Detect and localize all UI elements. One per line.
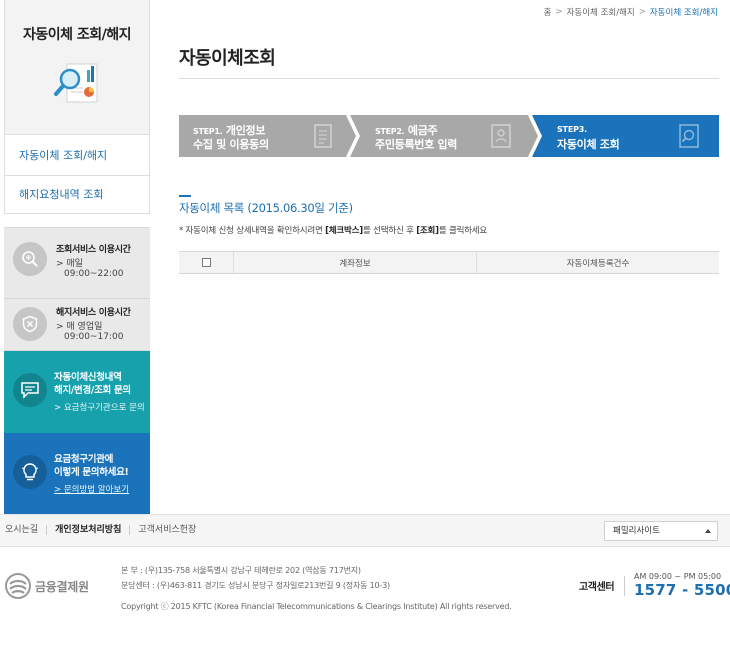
id-card-icon [491, 124, 511, 148]
service-hours-box: 조회서비스 이용시간 > 매일 09:00~22:00 해지서비스 이용시간 >… [4, 227, 150, 351]
customer-center-phone[interactable]: 1577 - 5500 [634, 581, 730, 599]
chat-bubble-icon [13, 373, 47, 407]
cancel-hours-time: 09:00~17:00 [64, 332, 124, 342]
section-title: 자동이체 목록 (2015.06.30일 기준) [179, 201, 353, 215]
sidebar-header: 자동이체 조회/해지 [4, 0, 150, 135]
section-accent [179, 195, 191, 197]
breadcrumb-separator: > [555, 7, 563, 17]
howto-promo-line1: 요금청구기관에 [54, 454, 114, 465]
lightbulb-icon [13, 455, 47, 489]
inquiry-promo[interactable]: 자동이체신청내역 해지/변경/조회 문의 > 요금청구기관으로 문의 [4, 351, 150, 433]
shield-icon [13, 307, 47, 341]
sidebar-menu: 자동이체 조회/해지 해지요청내역 조회 [4, 135, 150, 214]
customer-center-hours: AM 09:00 ~ PM 05:00 [634, 572, 722, 581]
caret-up-icon [705, 529, 711, 533]
footer-links-bar: 오시는길 개인정보처리방침 고객서비스헌장 패밀리사이트 [0, 514, 730, 547]
sidebar-item-cancel-history[interactable]: 해지요청내역 조회 [5, 176, 149, 214]
sidebar-item-auto-transfer[interactable]: 자동이체 조회/해지 [5, 135, 149, 176]
kftc-logo-icon [5, 573, 31, 599]
step-3-label: STEP3. [557, 125, 587, 134]
step-1: STEP1. 개인정보 수집 및 이용동의 [179, 115, 349, 157]
breadcrumb-current: 자동이체 조회/해지 [649, 8, 718, 18]
page: 자동이체 조회/해지 자동이체 조회/해지 해지요청내역 조회 조회서비스 이용… [0, 0, 730, 648]
column-registration-count: 자동이체등록건수 [476, 252, 719, 273]
cancel-hours-title: 해지서비스 이용시간 [56, 308, 131, 318]
breadcrumb-home[interactable]: 홈 [544, 6, 552, 18]
select-all-cell [179, 252, 233, 273]
sidebar-title: 자동이체 조회/해지 [22, 27, 132, 43]
search-icon [13, 242, 47, 276]
step-2-line2: 주민등록번호 입력 [375, 138, 458, 151]
column-account: 계좌정보 [233, 252, 476, 273]
address-headquarters: 본 부 : (우)135-758 서울특별시 강남구 테헤란로 202 (역삼동… [121, 566, 361, 575]
family-site-select[interactable]: 패밀리사이트 [604, 521, 718, 541]
select-all-checkbox[interactable] [201, 258, 211, 267]
customer-center-divider [624, 576, 625, 596]
breadcrumb-separator: > [638, 7, 646, 17]
footer-logo: 금융결제원 [5, 573, 89, 599]
inquiry-hours-time: 09:00~22:00 [64, 269, 124, 279]
howto-promo-link[interactable]: > 문의방법 알아보기 [54, 483, 129, 495]
sidebar: 자동이체 조회/해지 자동이체 조회/해지 해지요청내역 조회 조회서비스 이용… [4, 0, 150, 515]
inquiry-promo-line2: 해지/변경/조회 문의 [54, 385, 131, 396]
step-3-line2: 자동이체 조회 [557, 138, 620, 151]
customer-center-label: 고객센터 [579, 582, 615, 593]
footer-link-charter[interactable]: 고객서비스헌장 [129, 525, 204, 535]
inquiry-promo-line1: 자동이체신청내역 [54, 372, 122, 383]
inquiry-hours: 조회서비스 이용시간 > 매일 09:00~22:00 [4, 236, 150, 294]
footer-link-directions[interactable]: 오시는길 [5, 525, 46, 535]
howto-promo[interactable]: 요금청구기관에 이렇게 문의하세요! > 문의방법 알아보기 [4, 433, 150, 515]
breadcrumb: 홈 > 자동이체 조회/해지 > 자동이체 조회/해지 [544, 6, 718, 18]
document-icon [314, 124, 332, 148]
step-indicator: STEP1. 개인정보 수집 및 이용동의 STEP2. 예금주 주민등록번호 … [179, 115, 719, 157]
document-search-icon [54, 63, 98, 103]
inquiry-promo-link[interactable]: > 요금청구기관으로 문의 [54, 401, 145, 413]
cancel-hours-days: > 매 영업일 [56, 322, 103, 332]
inquiry-hours-title: 조회서비스 이용시간 [56, 245, 131, 255]
family-site-label: 패밀리사이트 [613, 526, 660, 536]
footer-logo-text: 금융결제원 [35, 579, 89, 594]
notice-text: * 자동이체 신청 상세내역을 확인하시려면 [체크박스]를 선택하신 후 [조… [179, 226, 488, 236]
step-1-line2: 수집 및 이용동의 [193, 138, 269, 151]
breadcrumb-item[interactable]: 자동이체 조회/해지 [567, 6, 635, 18]
address-bundang: 분당센터 : (우)463-811 경기도 성남시 분당구 정자일로213번길 … [121, 581, 390, 590]
step-2: STEP2. 예금주 주민등록번호 입력 [361, 115, 531, 157]
auto-transfer-table-header: 계좌정보 자동이체등록건수 [179, 251, 719, 274]
step-3: STEP3. 자동이체 조회 [543, 115, 719, 157]
copyright: Copyright ⓒ 2015 KFTC (Korea Financial T… [121, 602, 512, 611]
page-title: 자동이체조회 [179, 48, 276, 69]
inquiry-hours-days: > 매일 [56, 259, 83, 269]
footer-links: 오시는길 개인정보처리방침 고객서비스헌장 [5, 525, 204, 535]
title-divider [179, 78, 719, 79]
search-document-icon [679, 124, 699, 148]
howto-promo-line2: 이렇게 문의하세요! [54, 467, 129, 478]
footer-link-privacy[interactable]: 개인정보처리방침 [46, 525, 129, 535]
cancel-hours: 해지서비스 이용시간 > 매 영업일 09:00~17:00 [4, 298, 150, 356]
